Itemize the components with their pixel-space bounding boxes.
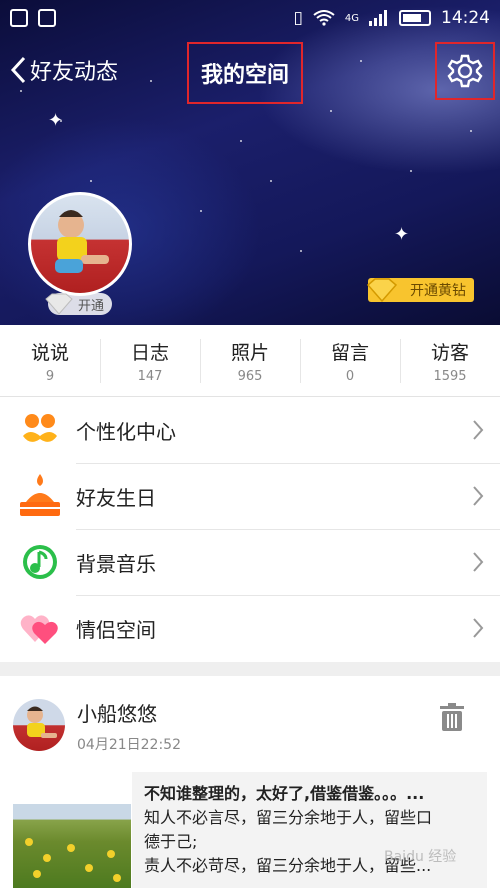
back-label: 好友动态 xyxy=(30,60,119,85)
post-author-name[interactable]: 小船悠悠 xyxy=(77,698,157,727)
stat-value: 9 xyxy=(45,368,55,384)
sparkle-icon: ✦ xyxy=(394,224,410,245)
menu-item-personalization[interactable]: 个性化中心 xyxy=(0,397,500,463)
stats-bar: 说说 9 日志 147 照片 965 留言 0 访客 1595 xyxy=(0,325,500,397)
gallery-icon xyxy=(10,9,28,27)
chevron-right-icon xyxy=(473,486,484,506)
page-title: 我的空间 xyxy=(187,42,303,104)
stat-label: 留言 xyxy=(330,341,369,364)
stat-value: 0 xyxy=(345,368,355,384)
chevron-left-icon xyxy=(10,56,26,84)
trash-icon xyxy=(440,703,464,731)
sparkle-icon: ✦ xyxy=(48,110,64,131)
avatar[interactable] xyxy=(28,192,132,296)
chevron-right-icon xyxy=(473,552,484,572)
stat-label: 日志 xyxy=(130,341,169,364)
post-timestamp: 04月21日22:52 xyxy=(77,737,181,753)
stat-messages[interactable]: 留言 0 xyxy=(300,325,400,396)
delete-button[interactable] xyxy=(440,703,464,735)
stat-visitors[interactable]: 访客 1595 xyxy=(400,325,500,396)
avatar-image xyxy=(55,210,109,273)
stat-shuoshuo[interactable]: 说说 9 xyxy=(0,325,100,396)
vibrate-icon: ▯ xyxy=(293,8,303,28)
open-badge-label: 开通 xyxy=(77,298,104,314)
wifi-icon xyxy=(313,10,335,26)
chevron-right-icon xyxy=(473,618,484,638)
feature-menu: 个性化中心 好友生日 背景音乐 情侣空间 xyxy=(0,397,500,661)
chevron-right-icon xyxy=(473,420,484,440)
diamond-icon xyxy=(366,278,398,302)
status-bar: ▯ 4G 14:24 xyxy=(0,0,500,36)
post-text-line: 不知谁整理的，太好了,借鉴借鉴。。。... xyxy=(144,784,425,803)
vip-badge-label: 开通黄钻 xyxy=(410,283,466,299)
gear-icon xyxy=(447,54,483,88)
stat-label: 说说 xyxy=(30,341,69,364)
stat-photos[interactable]: 照片 965 xyxy=(200,325,300,396)
menu-item-couple-space[interactable]: 情侣空间 xyxy=(0,595,500,661)
menu-label: 情侣空间 xyxy=(76,617,156,642)
back-button[interactable]: 好友动态 xyxy=(10,52,118,88)
music-note-icon xyxy=(16,538,64,586)
menu-label: 背景音乐 xyxy=(76,551,156,576)
menu-label: 个性化中心 xyxy=(76,419,176,444)
section-divider xyxy=(0,662,500,676)
open-vip-badge[interactable]: 开通 xyxy=(45,293,112,315)
watermark: Baidu 经验 xyxy=(384,849,457,865)
post-text-line: 知人不必言尽，留三分余地于人，留些口 xyxy=(144,808,433,827)
stat-value: 147 xyxy=(137,368,163,384)
header-background: ✦ ✦ ▯ 4G 14:24 好友动态 我的空间 开通 开通黄钻 xyxy=(0,0,500,325)
menu-label: 好友生日 xyxy=(76,485,156,510)
cake-icon xyxy=(16,472,64,520)
stat-label: 访客 xyxy=(430,341,469,364)
mustache-icon xyxy=(16,406,64,454)
stat-value: 1595 xyxy=(433,368,467,384)
menu-item-background-music[interactable]: 背景音乐 xyxy=(0,529,500,595)
stat-label: 照片 xyxy=(230,341,269,364)
post-author-avatar[interactable] xyxy=(13,699,65,751)
menu-item-friend-birthday[interactable]: 好友生日 xyxy=(0,463,500,529)
diamond-icon xyxy=(45,293,73,315)
stat-blog[interactable]: 日志 147 xyxy=(100,325,200,396)
settings-button[interactable] xyxy=(435,42,495,100)
open-yellow-diamond-button[interactable]: 开通黄钻 xyxy=(366,278,474,302)
signal-icon xyxy=(369,10,387,26)
post-content[interactable]: 不知谁整理的，太好了,借鉴借鉴。。。... 知人不必言尽，留三分余地于人，留些口… xyxy=(132,772,487,888)
post-thumbnail[interactable] xyxy=(13,804,131,888)
network-type: 4G xyxy=(344,12,359,24)
status-time: 14:24 xyxy=(441,8,490,28)
hearts-icon xyxy=(16,604,64,652)
stat-value: 965 xyxy=(237,368,263,384)
notification-icon xyxy=(38,9,56,27)
battery-icon xyxy=(399,10,431,26)
